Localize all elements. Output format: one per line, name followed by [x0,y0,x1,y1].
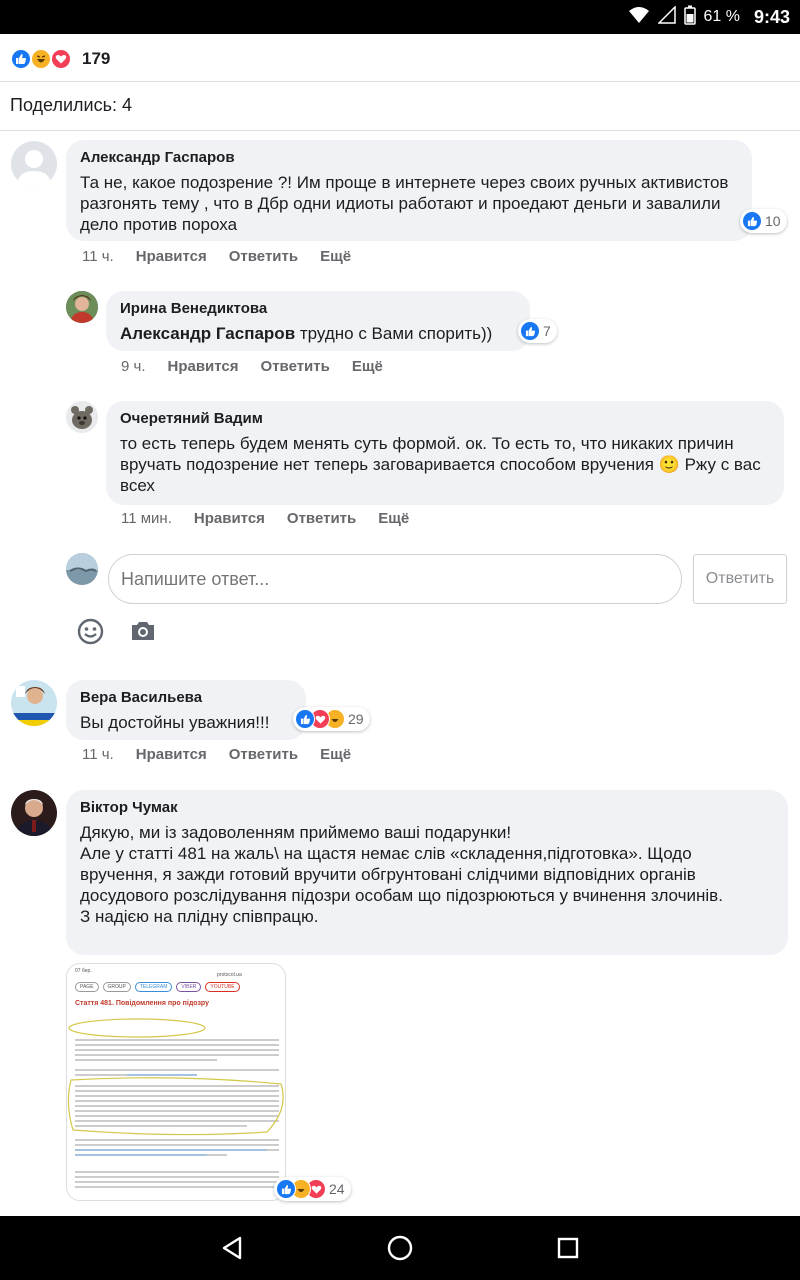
smile-emoji-icon: 🙂 [658,455,680,474]
reactions-summary[interactable]: 179 [0,34,800,82]
comment-actions: 11 ч. Нравится Ответить Ещё [82,746,373,763]
like-icon [520,321,540,341]
reply-text: то есть теперь будем менять суть формой.… [120,434,761,495]
comment-bubble: Віктор Чумак Дякую, ми із задоволенням п… [66,790,788,955]
reaction-count: 179 [82,49,111,68]
tag-group: GROUP [102,982,131,992]
avatar[interactable] [11,680,57,726]
tag-page: PAGE [75,982,99,992]
wifi-icon [628,6,650,29]
reaction-count: 7 [543,323,551,339]
reply-author[interactable]: Ирина Венедиктова [120,299,516,319]
reaction-count: 29 [348,711,364,727]
attachment-tags: PAGE GROUP TELEGRAM VIBER YOUTUBE [75,982,240,992]
reply-actions: 11 мин. Нравится Ответить Ещё [121,510,431,527]
reply-button[interactable]: Ответить [287,510,356,527]
send-reply-button[interactable]: Ответить [693,554,787,604]
reply-bubble: Очеретяний Вадим то есть теперь будем ме… [106,401,784,505]
like-button[interactable]: Нравится [194,510,265,527]
reply-input[interactable] [108,554,682,604]
comment-reactions[interactable]: 10 [740,209,787,233]
reply-button[interactable]: Ответить [261,358,330,375]
avatar [66,553,98,585]
attachment-title: Стаття 481. Повідомлення про підозру [75,1000,210,1007]
recents-icon[interactable] [552,1232,584,1264]
comment-bubble: Александр Гаспаров Та не, какое подозрен… [66,140,752,241]
more-button[interactable]: Ещё [320,746,351,763]
reaction-count: 10 [765,213,781,229]
like-button[interactable]: Нравится [168,358,239,375]
comment-time[interactable]: 11 мин. [121,510,172,527]
signal-icon [656,4,676,29]
more-button[interactable]: Ещё [320,248,351,265]
reaction-count: 24 [329,1181,345,1197]
reply-author[interactable]: Очеретяний Вадим [120,409,770,429]
like-icon [295,709,315,729]
reply-bubble: Ирина Венедиктова Александр Гаспаров тру… [106,291,530,351]
shares-row[interactable]: Поделились: 4 [0,83,800,131]
emoji-icon[interactable] [77,618,104,645]
attachment-reactions[interactable]: 24 [274,1177,351,1201]
comment-author[interactable]: Александр Гаспаров [80,148,738,168]
clock: 9:43 [753,6,790,27]
like-button[interactable]: Нравится [136,746,207,763]
attached-image[interactable]: 07 бер. protocol.ua PAGE GROUP TELEGRAM … [66,963,286,1201]
avatar[interactable] [11,790,57,836]
comment-time[interactable]: 11 ч. [82,746,114,763]
back-icon[interactable] [217,1232,249,1264]
comment-author[interactable]: Віктор Чумак [80,798,774,818]
like-button[interactable]: Нравится [136,248,207,265]
shares-label: Поделились: 4 [10,95,132,115]
battery-percent: 61 % [703,8,740,25]
status-bar: 61 % 9:43 [0,0,800,34]
more-button[interactable]: Ещё [378,510,409,527]
home-icon[interactable] [384,1232,416,1264]
comment-text: Вы достойны уважния!!! [80,713,270,732]
tag-telegram: TELEGRAM [134,982,173,992]
reply-reactions[interactable]: 7 [518,319,557,343]
attachment-time: 07 бер. [75,968,92,974]
comment-actions: 11 ч. Нравится Ответить Ещё [82,248,373,265]
mention-link[interactable]: Александр Гаспаров [120,324,295,343]
comment-reactions[interactable]: 29 [293,707,370,731]
comment-line-1: Дякую, ми із задоволенням приймемо ваші … [80,823,512,842]
tag-youtube: YOUTUBE [205,982,240,992]
battery-icon [683,5,696,30]
comment-time[interactable]: 11 ч. [82,248,114,265]
reply-actions: 9 ч. Нравится Ответить Ещё [121,358,405,375]
reply-text: Александр Гаспаров трудно с Вами спорить… [120,324,493,343]
tag-viber: VIBER [176,982,202,992]
camera-icon[interactable] [130,620,156,642]
avatar[interactable] [11,141,57,187]
reply-button[interactable]: Ответить [229,746,298,763]
comment-time[interactable]: 9 ч. [121,358,146,375]
love-icon [50,48,72,70]
comment-bubble: Вера Васильева Вы достойны уважния!!! [66,680,306,740]
system-nav-bar [0,1216,800,1280]
reaction-icons [10,48,76,70]
like-icon [742,211,762,231]
comment-text: Та не, какое подозрение ?! Им проще в ин… [80,173,729,234]
comment-author[interactable]: Вера Васильева [80,688,292,708]
like-icon [10,48,32,70]
like-icon [276,1179,296,1199]
avatar[interactable] [66,291,98,323]
attachment-site: protocol.ua [217,972,242,978]
document-lines [67,1018,284,1188]
more-button[interactable]: Ещё [352,358,383,375]
avatar[interactable] [66,401,98,433]
comment-line-2: Але у статті 481 на жаль\ на щастя немає… [80,844,723,905]
reply-button[interactable]: Ответить [229,248,298,265]
haha-icon [30,48,52,70]
comment-line-3: З надією на плідну співпрацю. [80,907,319,926]
